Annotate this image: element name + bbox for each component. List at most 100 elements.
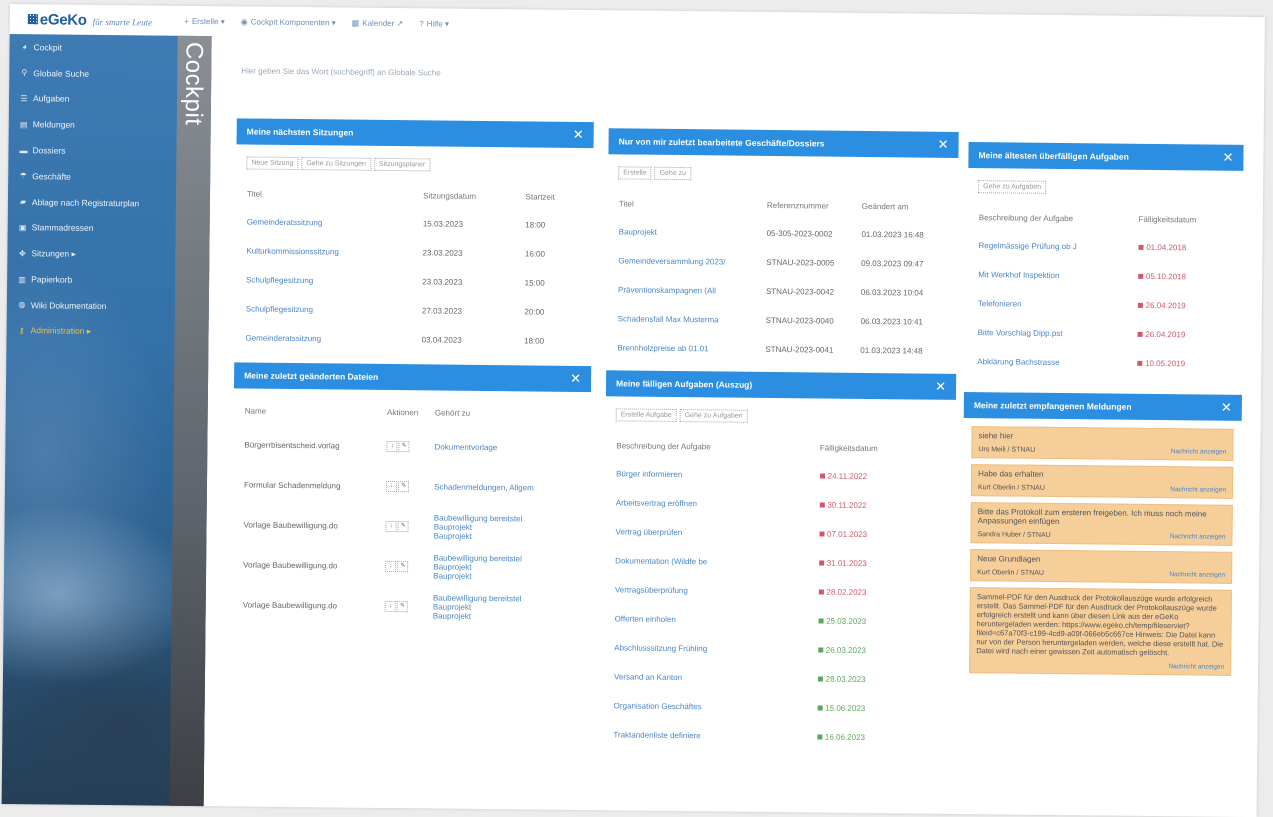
message-card[interactable]: Bitte das Protokoll zum ersteren freigeb… [970, 502, 1232, 546]
file-name[interactable]: Vorlage Baubewilligung.do [242, 584, 385, 625]
table-row[interactable]: Brennholzpreise ab 01.01STNAU-2023-00410… [616, 333, 946, 365]
table-row[interactable]: Formular Schadenmeldung ↓✎ Schadenmeldun… [243, 464, 580, 508]
edit-icon[interactable]: ✎ [398, 481, 409, 492]
table-row[interactable]: Kulturkommissionssitzung23.03.202316:00 [245, 236, 582, 269]
table-row[interactable]: Gemeindeversammlung 2023/STNAU-2023-0005… [617, 246, 947, 278]
show-message-link[interactable]: Nachricht anzeigen [1171, 448, 1227, 456]
column-header[interactable]: Startzeit [524, 182, 583, 211]
belongs-to[interactable]: Dokumentvorlage [433, 426, 580, 468]
task-link[interactable]: Traktandenliste definiere [612, 720, 816, 751]
close-icon[interactable]: ✕ [1221, 400, 1232, 416]
column-header[interactable]: Aktionen [386, 398, 434, 426]
file-name[interactable]: Formular Schadenmeldung [243, 464, 386, 505]
sidebar-item-administration[interactable]: ⚷Administration ▸ [6, 318, 174, 346]
close-icon[interactable]: ✕ [573, 127, 584, 143]
column-header[interactable]: Gehört zu [434, 398, 581, 428]
close-icon[interactable]: ✕ [570, 371, 581, 387]
table-row[interactable]: Schulpflegesitzung23.03.202315:00 [245, 265, 582, 298]
column-header[interactable]: Referenznummer [766, 191, 861, 220]
dossier-title-link[interactable]: Präventionskampagnen (All [617, 275, 765, 306]
sidebar-item-stammadressen[interactable]: ▣Stammadressen [8, 215, 176, 243]
sidebar-item-dossiers[interactable]: ▬Dossiers [8, 137, 176, 165]
file-name[interactable]: Vorlage Baubewilligung.do [242, 504, 385, 545]
edit-icon[interactable]: ✎ [398, 521, 409, 532]
close-icon[interactable]: ✕ [935, 379, 946, 395]
table-row[interactable]: Abschlusssitzung Frühling26.03.2023 [613, 633, 943, 665]
goto-tasks-button[interactable]: Gehe zu Aufgaben [680, 409, 748, 423]
nav-hilfe[interactable]: ?Hilfe ▾ [419, 19, 449, 28]
task-link[interactable]: Regelmässige Prüfung ob J [977, 231, 1137, 262]
table-row[interactable]: Telefonieren26.04.2019 [977, 289, 1232, 321]
table-row[interactable]: Traktandenliste definiere16.06.2023 [612, 720, 942, 752]
table-row[interactable]: Bürgerrbisentscheid.vorlag ↓✎ Dokumentvo… [243, 424, 580, 468]
table-row[interactable]: Vertrag überprüfen07.01.2023 [614, 517, 944, 549]
session-title-link[interactable]: Kulturkommissionssitzung [245, 236, 421, 267]
sidebar-item-aufgaben[interactable]: ☰Aufgaben [9, 86, 177, 114]
dossier-title-link[interactable]: Schadensfall Max Musterma [617, 304, 765, 335]
table-row[interactable]: Dokumentation (Wildfe be31.01.2023 [614, 546, 944, 578]
table-row[interactable]: Gemeinderatssitzung03.04.202318:00 [244, 323, 581, 356]
task-link[interactable]: Abklärung Bachstrasse [976, 347, 1136, 378]
create-task-button[interactable]: Erstelle Aufgabe [616, 408, 677, 422]
belongs-to[interactable]: Schadenmeldungen, Allgem [433, 466, 580, 508]
show-message-link[interactable]: Nachricht anzeigen [1169, 571, 1225, 579]
close-icon[interactable]: ✕ [938, 137, 949, 153]
logo[interactable]: eGeKo für smarte Leute [28, 11, 153, 29]
message-card[interactable]: siehe hier Urs Meili / STNAUNachricht an… [971, 426, 1233, 461]
session-title-link[interactable]: Schulpflegesitzung [245, 265, 421, 296]
new-session-button[interactable]: Neue Sitzung [246, 156, 298, 170]
column-header[interactable]: Beschreibung der Aufgabe [978, 203, 1138, 233]
belongs-to[interactable]: Baubewilligung bereitstelBauprojektBaupr… [432, 586, 579, 628]
sidebar-item-sitzungen[interactable]: ✥Sitzungen ▸ [7, 240, 175, 268]
download-icon[interactable]: ↓ [387, 441, 398, 452]
table-row[interactable]: Mit Werkhof Inspektion05.10.2018 [977, 260, 1232, 292]
nav-erstelle[interactable]: +Erstelle ▾ [184, 16, 225, 25]
table-row[interactable]: Schulpflegesitzung27.03.202320:00 [245, 294, 582, 327]
session-title-link[interactable]: Gemeinderatssitzung [246, 207, 422, 238]
edit-icon[interactable]: ✎ [397, 561, 408, 572]
table-row[interactable]: Vertragsüberprüfung28.02.2023 [614, 575, 944, 607]
sidebar-item-geschaefte[interactable]: ☂Geschäfte [8, 163, 176, 191]
table-row[interactable]: Bitte Vorschlag Dipp.pst26.04.2019 [976, 318, 1231, 350]
table-row[interactable]: Präventionskampagnen (AllSTNAU-2023-0042… [617, 275, 947, 307]
goto-tasks-button[interactable]: Gehe zu Aufgaben [978, 180, 1046, 194]
goto-button[interactable]: Gehe zu [655, 167, 692, 180]
task-link[interactable]: Versand an Kanton [613, 662, 817, 693]
table-row[interactable]: Gemeinderatssitzung15.03.202318:00 [246, 207, 583, 240]
task-link[interactable]: Abschlusssitzung Frühling [613, 633, 817, 664]
dossier-title-link[interactable]: Brennholzpreise ab 01.01 [616, 333, 764, 364]
edit-icon[interactable]: ✎ [399, 441, 410, 452]
session-planner-button[interactable]: Sitzungsplaner [374, 158, 430, 172]
nav-kalender[interactable]: ▦Kalender ↗ [352, 18, 404, 28]
task-link[interactable]: Offerten einholen [613, 604, 817, 635]
nav-cockpit-komponenten[interactable]: ◉Cockpit Komponenten ▾ [241, 17, 336, 27]
sidebar-item-papierkorb[interactable]: ▥Papierkorb [7, 266, 175, 294]
belongs-to[interactable]: Baubewilligung bereitstelBauprojektBaupr… [432, 546, 579, 588]
download-icon[interactable]: ↓ [385, 601, 396, 612]
file-name[interactable]: Vorlage Baubewilligung.do [242, 544, 385, 585]
dossier-title-link[interactable]: Bauprojekt [617, 217, 765, 248]
message-card[interactable]: Habe das erhalten Kurt Oberlin / STNAUNa… [971, 464, 1233, 499]
table-row[interactable]: Offerten einholen25.03.2023 [613, 604, 943, 636]
show-message-link[interactable]: Nachricht anzeigen [1170, 486, 1226, 494]
table-row[interactable]: Regelmässige Prüfung ob J01.04.2018 [977, 231, 1232, 263]
download-icon[interactable]: ↓ [386, 481, 397, 492]
close-icon[interactable]: ✕ [1222, 150, 1233, 166]
task-link[interactable]: Dokumentation (Wildfe be [614, 546, 818, 577]
sidebar-item-globale-suche[interactable]: ⚲Globale Suche [9, 60, 177, 88]
message-card[interactable]: Neue Grundlagen Kurt Oberlin / STNAUNach… [970, 549, 1232, 584]
task-link[interactable]: Organisation Geschäftes [613, 691, 817, 722]
table-row[interactable]: Organisation Geschäftes15.06.2023 [613, 691, 943, 723]
column-header[interactable]: Titel [618, 189, 766, 219]
table-row[interactable]: Bürger informieren24.11.2022 [615, 459, 945, 491]
table-row[interactable]: Bauprojekt05-305-2023-000201.03.2023 16:… [617, 217, 947, 249]
table-row[interactable]: Schadensfall Max MustermaSTNAU-2023-0040… [617, 304, 947, 336]
create-button[interactable]: Erstelle [618, 166, 651, 179]
task-link[interactable]: Bürger informieren [615, 459, 819, 490]
sidebar-item-wiki[interactable]: ◍Wiki Dokumentation [7, 292, 175, 320]
file-name[interactable]: Bürgerrbisentscheid.vorlag [243, 424, 386, 465]
column-header[interactable]: Titel [246, 179, 422, 209]
show-message-link[interactable]: Nachricht anzeigen [1170, 533, 1226, 541]
task-link[interactable]: Bitte Vorschlag Dipp.pst [976, 318, 1136, 349]
table-row[interactable]: Vorlage Baubewilligung.do ↓✎ Baubewillig… [242, 504, 579, 548]
